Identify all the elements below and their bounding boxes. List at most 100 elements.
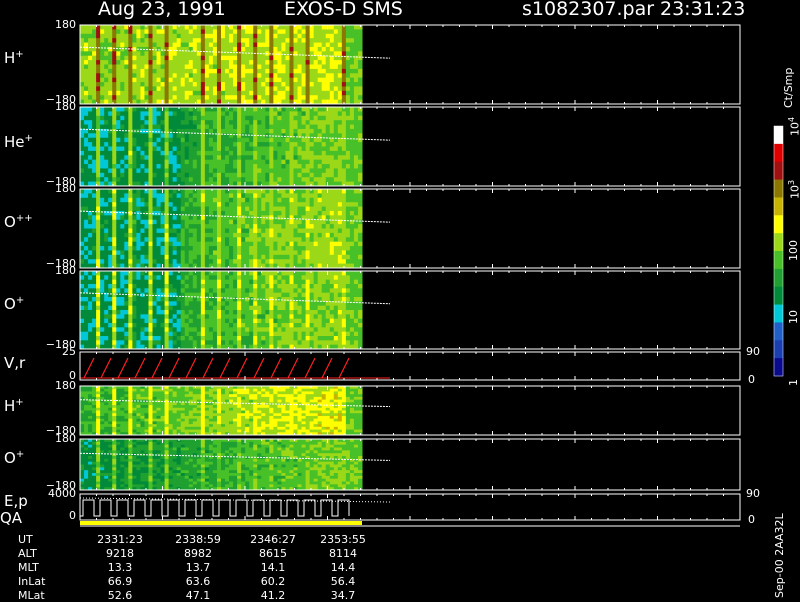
spectrogram-cell [293,68,299,74]
spectrogram-cell [253,323,258,328]
spectrogram-cell [337,224,343,229]
spectrogram-cell [192,90,198,96]
spectrogram-cell [116,331,121,337]
spectrogram-cell [225,95,230,101]
spectrogram-cell [208,219,214,225]
spectrogram-cell [229,38,234,44]
spectrogram-cell [132,168,137,174]
spectrogram-cell [212,172,218,178]
spectrogram-cell [192,219,198,225]
spectrogram-cell [349,42,355,48]
spectrogram-cell [301,228,307,234]
spectrogram-cell [84,146,89,152]
spectrogram-cell [265,254,270,260]
spectrogram-cell [233,336,238,341]
spectrogram-cell [233,177,238,183]
spectrogram-cell [337,189,343,194]
spectrogram-cell [249,42,254,48]
spectrogram-cell [148,64,154,70]
spectrogram-cell [305,301,311,307]
spectrogram-cell [84,64,89,70]
spectrogram-cell [160,323,166,328]
spectrogram-cell [245,46,250,52]
spectrogram-cell [269,177,274,183]
spectrogram-cell [225,155,230,161]
spectrogram-cell [241,275,246,281]
spectrogram-cell [204,206,210,212]
spectrogram-cell [313,137,319,143]
spectrogram-cell [261,288,266,294]
spectrogram-cell [128,297,133,302]
spectrogram-cell [325,202,331,208]
spectrogram-cell [208,228,214,234]
spectrogram-cell [329,232,335,238]
spectrogram-cell [96,124,101,130]
spectrogram-cell [208,318,214,324]
spectrogram-cell [100,219,105,225]
spectrogram-cell [265,46,270,52]
spectrogram-cell [313,219,319,225]
spectrogram-cell [321,288,327,294]
spectrogram-cell [313,73,319,79]
spectrogram-cell [112,168,117,174]
spectrogram-cell [241,327,246,333]
spectrogram-cell [112,159,117,165]
spectrogram-cell [156,150,162,156]
spectrogram-cell [136,86,141,92]
spectrogram-cell [112,254,117,260]
spectrogram-cell [168,115,174,121]
spectrogram-cell [237,224,242,229]
spectrogram-cell [180,33,186,39]
spectrogram-cell [241,288,246,294]
spectrogram-cell [84,259,89,265]
spectrogram-cell [313,155,319,161]
spectrogram-cell [269,327,274,333]
spectrogram-cell [176,323,182,328]
spectrogram-cell [192,29,198,35]
spectrogram-cell [221,33,226,39]
spectrogram-cell [301,82,307,87]
spectrogram-cell [265,210,270,216]
spectrogram-cell [188,86,194,92]
spectrogram-cell [208,164,214,169]
spectrogram-cell [233,55,238,61]
spectrogram-cell [108,51,113,57]
spectrogram-cell [108,146,113,152]
spectrogram-cell [168,259,174,265]
spectrogram-cell [216,224,222,229]
spectrogram-cell [92,310,97,315]
spectrogram-cell [96,284,101,289]
spectrogram-cell [216,250,222,256]
spectrogram-cell [245,228,250,234]
spectrogram-cell [180,68,186,74]
spectrogram-cell [164,189,170,194]
spectrogram-cell [237,111,242,117]
spectrogram-cell [297,314,303,320]
spectrogram-cell [221,340,226,346]
spectrogram-cell [120,193,125,199]
spectrogram-cell [204,254,210,260]
spectrogram-cell [269,164,274,169]
spectrogram-cell [241,142,246,147]
spectrogram-cell [281,42,286,48]
spectrogram-cell [305,279,311,285]
spectrogram-cell [233,241,238,247]
spectrogram-cell [277,120,282,126]
spectrogram-cell [321,29,327,35]
spectrogram-cell [216,177,222,183]
spectrogram-cell [92,86,97,92]
spectrogram-cell [333,46,339,52]
spectrogram-cell [96,232,101,238]
spectrogram-cell [269,284,274,289]
spectrogram-cell [180,168,186,174]
spectrogram-cell [349,279,355,285]
spectrogram-cell [184,271,190,276]
spectrogram-cell [128,215,133,221]
spectrogram-cell [124,297,129,302]
spectrogram-cell [148,55,154,61]
spectrogram-cell [84,137,89,143]
spectrogram-cell [345,206,351,212]
spectrogram-cell [293,237,299,243]
spectrogram-cell [168,137,174,143]
spectrogram-cell [269,86,274,92]
